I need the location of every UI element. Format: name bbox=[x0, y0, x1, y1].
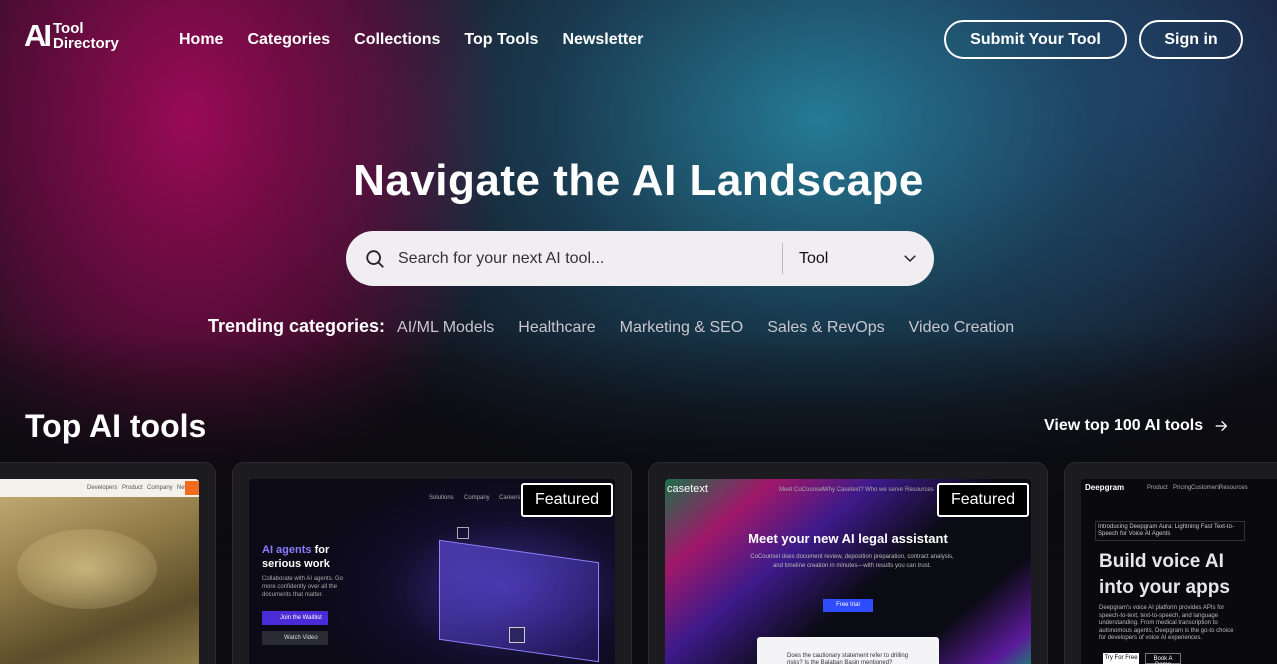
trending-healthcare[interactable]: Healthcare bbox=[518, 319, 595, 337]
search-bar: Tool bbox=[346, 231, 934, 286]
sign-in-button[interactable]: Sign in bbox=[1139, 20, 1243, 59]
tool-card[interactable]: Featured Solutions Company Careers AI ag… bbox=[232, 462, 632, 664]
arrow-right-icon bbox=[1215, 420, 1228, 432]
search-icon bbox=[366, 250, 384, 268]
nav-top-tools[interactable]: Top Tools bbox=[464, 31, 538, 49]
trending-label: Trending categories: bbox=[208, 316, 386, 336]
tool-screenshot: Developers Product Company News bbox=[0, 479, 199, 664]
featured-badge: Featured bbox=[936, 483, 1029, 517]
tool-card[interactable]: Featured casetext Meet CoCounsel Why Cas… bbox=[648, 462, 1048, 664]
trending-categories: Trending categories: AI/ML Models Health… bbox=[208, 316, 1014, 337]
nav-home[interactable]: Home bbox=[179, 31, 223, 49]
tool-card[interactable]: Developers Product Company News bbox=[0, 462, 216, 664]
trending-video-creation[interactable]: Video Creation bbox=[909, 319, 1015, 337]
chevron-down-icon bbox=[904, 255, 916, 263]
hero-title: Navigate the AI Landscape bbox=[353, 156, 924, 205]
search-type-value: Tool bbox=[799, 249, 829, 267]
nav-collections[interactable]: Collections bbox=[354, 31, 440, 49]
site-logo[interactable]: AI Tool Directory bbox=[24, 20, 119, 51]
tool-card[interactable]: Deepgram Product Pricing Customers Resou… bbox=[1064, 462, 1277, 664]
search-type-select[interactable]: Tool bbox=[799, 231, 919, 286]
trending-sales-revops[interactable]: Sales & RevOps bbox=[767, 319, 884, 337]
trending-marketing-seo[interactable]: Marketing & SEO bbox=[620, 319, 744, 337]
trending-ai-ml-models[interactable]: AI/ML Models bbox=[397, 319, 494, 337]
main-nav: Home Categories Collections Top Tools Ne… bbox=[179, 31, 643, 49]
section-title: Top AI tools bbox=[25, 408, 207, 444]
nav-categories[interactable]: Categories bbox=[247, 31, 330, 49]
logo-mark: AI bbox=[24, 18, 52, 53]
view-top-100-link[interactable]: View top 100 AI tools bbox=[1044, 417, 1229, 435]
logo-text: Tool Directory bbox=[53, 19, 119, 52]
search-divider bbox=[782, 243, 783, 274]
submit-tool-button[interactable]: Submit Your Tool bbox=[944, 20, 1127, 59]
tool-screenshot: Deepgram Product Pricing Customers Resou… bbox=[1081, 479, 1277, 664]
featured-badge: Featured bbox=[520, 483, 613, 517]
nav-newsletter[interactable]: Newsletter bbox=[562, 31, 643, 49]
search-input[interactable] bbox=[398, 243, 778, 274]
